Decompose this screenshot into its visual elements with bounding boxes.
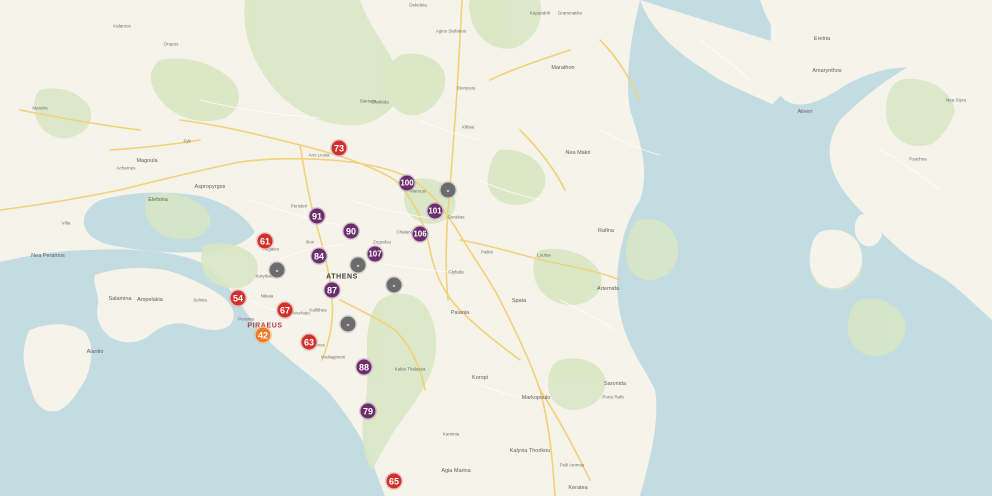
- aqi-marker[interactable]: 100: [398, 174, 416, 192]
- aqi-marker[interactable]: 63: [300, 333, 318, 351]
- aqi-marker[interactable]: -: [349, 256, 367, 274]
- aqi-marker[interactable]: 101: [426, 202, 444, 220]
- aqi-marker[interactable]: 79: [359, 402, 377, 420]
- map-basemap: [0, 0, 992, 496]
- aqi-marker[interactable]: 84: [310, 247, 328, 265]
- aqi-marker[interactable]: -: [268, 261, 286, 279]
- aqi-marker[interactable]: 65: [385, 472, 403, 490]
- aqi-marker[interactable]: 67: [276, 301, 294, 319]
- aqi-marker[interactable]: 88: [355, 358, 373, 376]
- aqi-marker[interactable]: 54: [229, 289, 247, 307]
- aqi-marker[interactable]: 73: [330, 139, 348, 157]
- aqi-marker[interactable]: -: [339, 315, 357, 333]
- aqi-marker[interactable]: 61: [256, 232, 274, 250]
- aqi-marker[interactable]: 107: [366, 245, 384, 263]
- aqi-marker[interactable]: 87: [323, 281, 341, 299]
- aqi-marker[interactable]: 91: [308, 207, 326, 225]
- aqi-marker[interactable]: 42: [254, 326, 272, 344]
- air-quality-map[interactable]: ATHENS PIRAEUS Marathon Elefsina Nea Mak…: [0, 0, 992, 496]
- aqi-marker[interactable]: -: [439, 181, 457, 199]
- aqi-marker[interactable]: -: [385, 276, 403, 294]
- aqi-marker[interactable]: 106: [411, 225, 429, 243]
- aqi-marker[interactable]: 90: [342, 222, 360, 240]
